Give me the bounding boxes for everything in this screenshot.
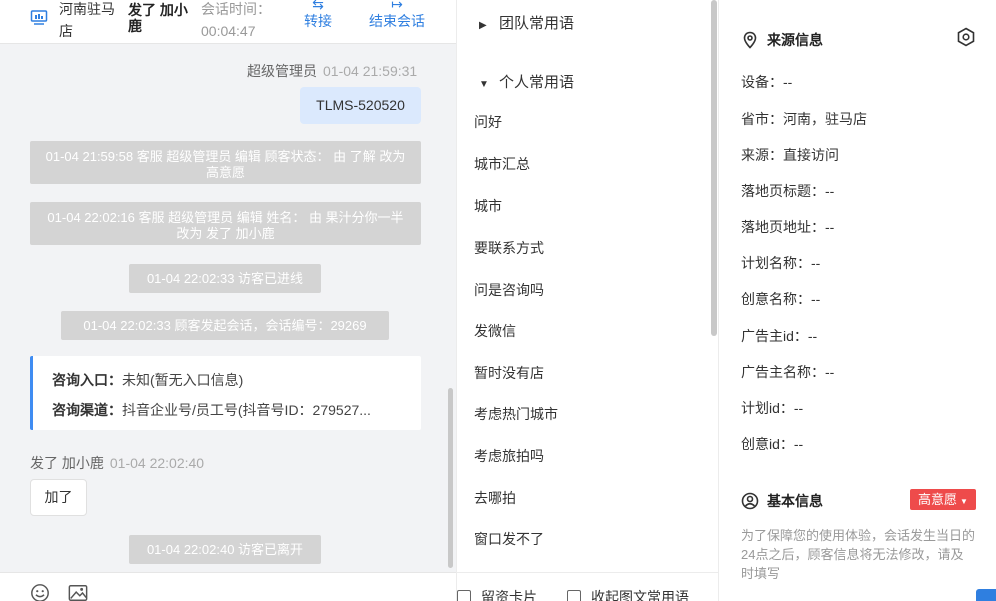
intent-status-value: 高意愿 — [918, 492, 958, 507]
transfer-button[interactable]: ⇆ 转接 — [300, 0, 336, 32]
consult-channel-value: 抖音企业号/员工号(抖音号ID：279527... — [122, 402, 371, 418]
chat-scrollbar[interactable] — [448, 388, 453, 568]
exit-icon: ↦ — [391, 0, 403, 10]
end-session-button[interactable]: ↦ 结束会话 — [364, 0, 430, 32]
transfer-label: 转接 — [304, 13, 332, 29]
consult-info-card: 咨询入口：未知(暂无入口信息) 咨询渠道：抖音企业号/员工号(抖音号ID：279… — [30, 356, 421, 430]
info-device: 设备：-- — [741, 74, 793, 90]
image-icon[interactable] — [67, 583, 89, 601]
agent-message-meta: 超级管理员 01-04 21:59:31 — [247, 61, 417, 81]
settings-hex-icon[interactable] — [956, 27, 976, 47]
consult-channel-label: 咨询渠道： — [52, 402, 122, 418]
team-phrases-label: 团队常用语 — [499, 15, 575, 32]
caret-down-icon: ▼ — [479, 79, 489, 90]
consult-entry-value: 未知(暂无入口信息) — [122, 372, 244, 388]
user-message-bubble: 加了 — [30, 479, 87, 516]
system-message: 01-04 22:02:40 访客已离开 — [129, 535, 321, 564]
info-creative-id: 创意id：-- — [741, 436, 804, 452]
phrase-item[interactable]: 考虑热门城市 — [474, 404, 558, 424]
basic-info-label: 基本信息 — [767, 493, 823, 509]
emoji-icon[interactable] — [29, 583, 51, 601]
session-time-label: 会话时间： — [201, 1, 271, 17]
card-icon — [457, 590, 471, 601]
system-message: 01-04 22:02:16 客服 超级管理员 编辑 姓名： 由 果汁分你一半 … — [30, 202, 421, 245]
personal-phrases-label: 个人常用语 — [499, 74, 575, 91]
phrases-panel: ▶ 团队常用语 ▼ 个人常用语 问好 城市汇总 城市 要联系方式 问是咨询吗 发微信… — [456, 0, 719, 601]
info-advertiser-id: 广告主id：-- — [741, 328, 818, 344]
session-time-value: 00:04:47 — [201, 23, 256, 39]
phrase-item[interactable]: 暂时没有店 — [474, 363, 544, 383]
info-landing-url: 落地页地址：-- — [741, 219, 835, 235]
chat-header: 河南驻马店 发了 加小鹿 会话时间： 00:04:47 ⇆ 转接 ↦ 结束会话 — [0, 0, 456, 44]
user-name: 发了 加小鹿 — [30, 455, 104, 471]
phrase-item[interactable]: 去哪拍 — [474, 488, 516, 508]
system-message: 01-04 22:02:33 顾客发起会话，会话编号：29269 — [61, 311, 389, 340]
consult-channel: 咨询渠道：抖音企业号/员工号(抖音号ID：279527... — [52, 400, 402, 420]
system-message: 01-04 21:59:58 客服 超级管理员 编辑 顾客状态： 由 了解 改为… — [30, 141, 421, 184]
caret-down-icon: ▼ — [960, 497, 968, 506]
caret-right-icon: ▶ — [479, 20, 487, 31]
lead-card-button[interactable]: 留资卡片 — [457, 587, 537, 601]
phrases-footer: 留资卡片 收起图文常用语 — [457, 572, 718, 601]
edit-notice: 为了保障您的使用体验，会话发生当日的24点之后，顾客信息将无法修改，请及时填写 — [741, 528, 976, 581]
team-phrases-group[interactable]: ▶ 团队常用语 — [479, 12, 574, 33]
lead-card-label: 留资卡片 — [481, 589, 537, 601]
session-time: 会话时间： 00:04:47 — [201, 0, 281, 42]
floating-action-tab[interactable] — [976, 589, 996, 601]
user-message-time: 01-04 22:02:40 — [109, 455, 205, 471]
user-circle-icon — [741, 492, 759, 510]
system-message: 01-04 22:02:33 访客已进线 — [129, 264, 321, 293]
info-plan-name: 计划名称：-- — [741, 255, 821, 271]
consult-entry: 咨询入口：未知(暂无入口信息) — [52, 370, 402, 390]
phrase-item[interactable]: 要联系方式 — [474, 238, 544, 258]
basic-info-title: 基本信息 — [741, 491, 823, 511]
monitor-icon — [30, 10, 48, 25]
store-name: 河南驻马店 — [59, 1, 115, 39]
customer-name: 发了 加小鹿 — [128, 2, 188, 34]
phrase-item[interactable]: 问好 — [474, 112, 502, 132]
transfer-icon: ⇆ — [312, 0, 324, 10]
source-info-title: 来源信息 — [741, 30, 823, 50]
user-message-meta: 发了 加小鹿 01-04 22:02:40 — [30, 453, 204, 473]
composer-toolbar — [0, 572, 456, 601]
phrase-item[interactable]: 问是咨询吗 — [474, 280, 544, 300]
end-session-label: 结束会话 — [369, 13, 425, 29]
phrase-item[interactable]: 城市汇总 — [474, 154, 530, 174]
personal-phrases-group[interactable]: ▼ 个人常用语 — [479, 71, 574, 92]
intent-status-dropdown[interactable]: 高意愿 ▼ — [910, 489, 976, 510]
collapse-phrases-label: 收起图文常用语 — [591, 589, 689, 601]
phrase-item[interactable]: 发微信 — [474, 321, 516, 341]
phrase-item[interactable]: 窗口发不了 — [474, 529, 544, 549]
info-landing-title: 落地页标题：-- — [741, 183, 835, 199]
phrase-item[interactable]: 考虑旅拍吗 — [474, 446, 544, 466]
source-info-label: 来源信息 — [767, 32, 823, 48]
chat-panel: 河南驻马店 发了 加小鹿 会话时间： 00:04:47 ⇆ 转接 ↦ 结束会话 … — [0, 0, 456, 601]
customer-info-panel: 来源信息 设备：-- 省市：河南，驻马店 来源：直接访问 落地页标题：-- 落地… — [719, 0, 996, 601]
agent-name: 超级管理员 — [247, 63, 317, 79]
location-pin-icon — [743, 31, 757, 49]
agent-message-time: 01-04 21:59:31 — [323, 63, 418, 79]
collapse-phrases-button[interactable]: 收起图文常用语 — [567, 587, 689, 601]
info-source: 来源：直接访问 — [741, 147, 839, 163]
info-city: 省市：河南，驻马店 — [741, 111, 867, 127]
info-creative-name: 创意名称：-- — [741, 291, 821, 307]
phrase-item[interactable]: 城市 — [474, 196, 502, 216]
info-advertiser-name: 广告主名称：-- — [741, 364, 835, 380]
consult-entry-label: 咨询入口： — [52, 372, 122, 388]
agent-message-bubble: TLMS-520520 — [300, 87, 421, 124]
document-icon — [567, 590, 581, 601]
phrases-scrollbar[interactable] — [711, 0, 717, 336]
info-plan-id: 计划id：-- — [741, 400, 804, 416]
